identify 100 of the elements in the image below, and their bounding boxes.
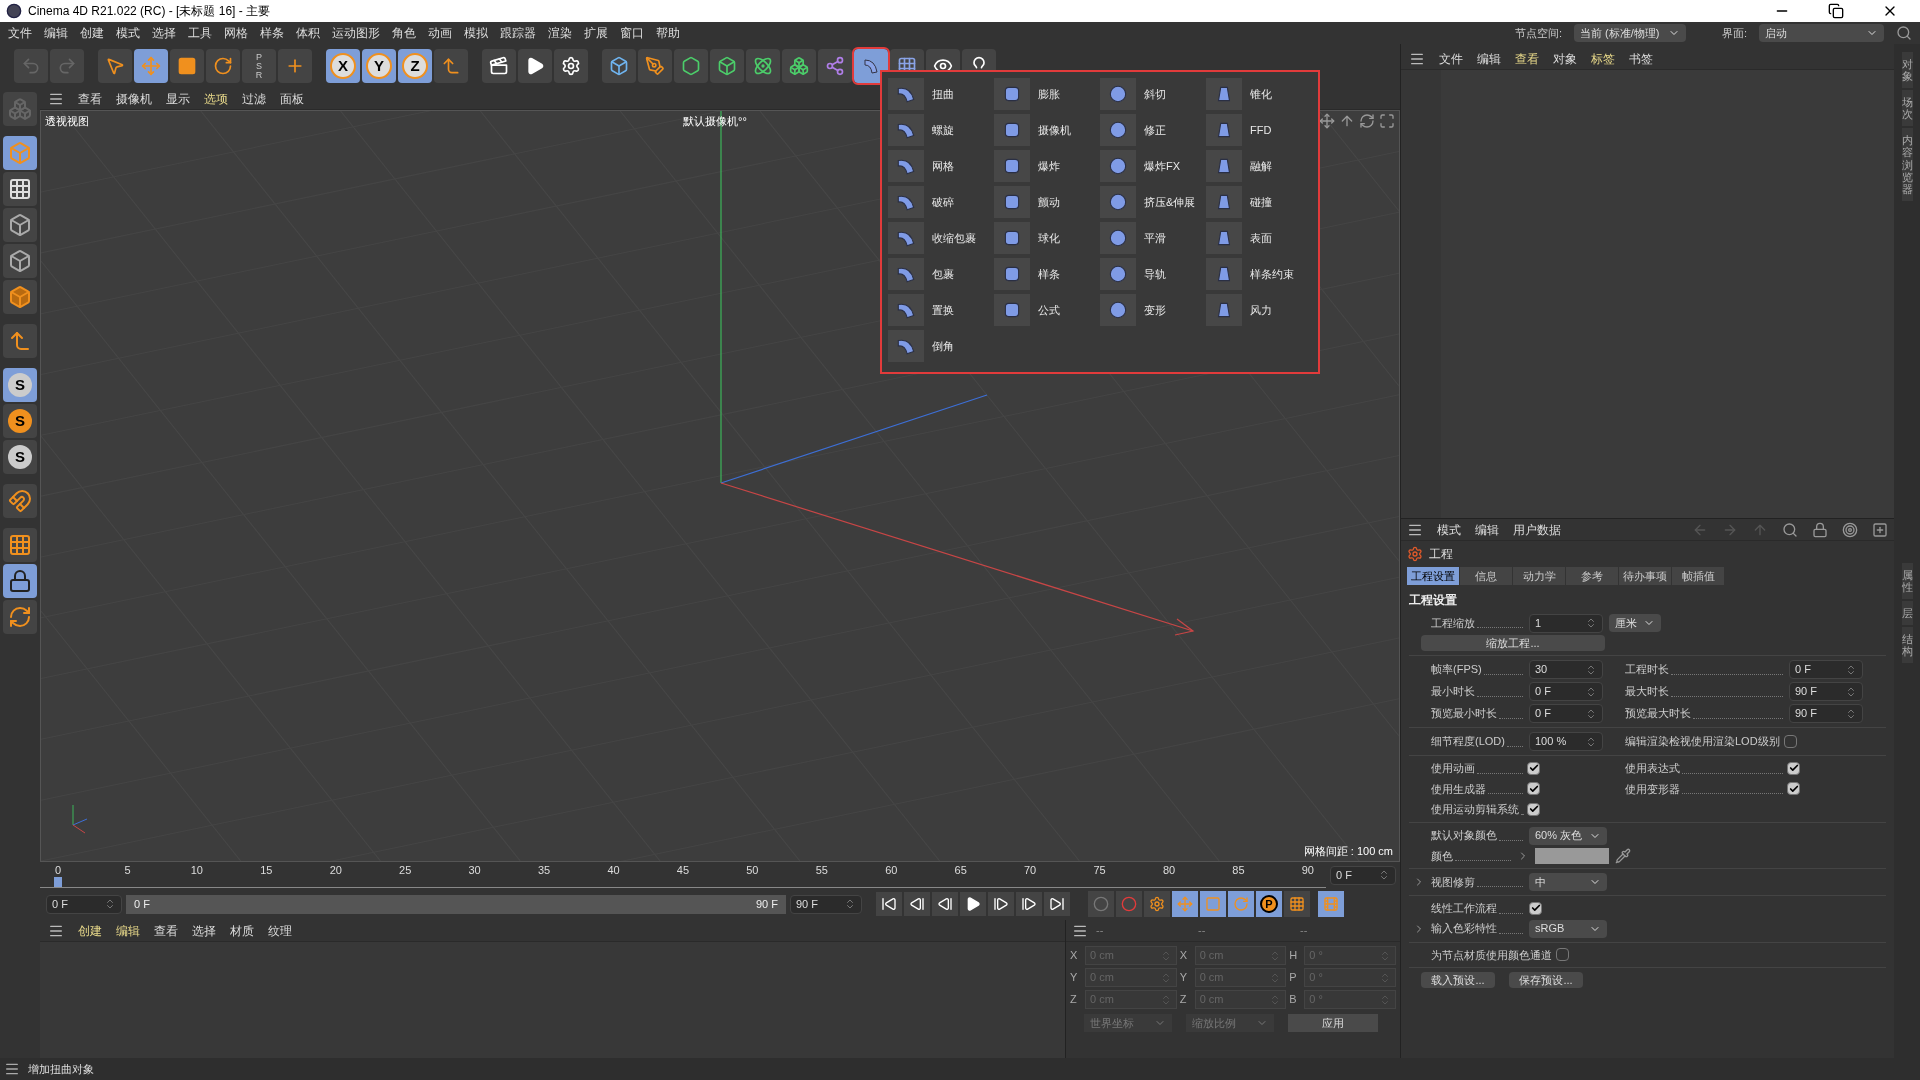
menu-item[interactable]: 编辑 bbox=[116, 921, 140, 940]
toolbar-button[interactable] bbox=[674, 49, 708, 83]
menu-item[interactable]: 模拟 bbox=[464, 24, 488, 42]
menu-item[interactable]: 选择 bbox=[192, 921, 216, 940]
menu-item[interactable]: 网格 bbox=[224, 24, 248, 42]
deformer-menu-item[interactable]: 样条 bbox=[994, 258, 1100, 290]
menu-item[interactable]: 跟踪器 bbox=[500, 24, 536, 42]
color-swatch[interactable] bbox=[1535, 847, 1609, 864]
checkbox[interactable] bbox=[1556, 948, 1569, 962]
toolbar-button[interactable] bbox=[518, 49, 552, 83]
spinner-icon[interactable] bbox=[1845, 663, 1857, 676]
menu-item[interactable]: 标签 bbox=[1591, 49, 1615, 68]
target-icon[interactable] bbox=[1842, 521, 1858, 538]
scale-field[interactable]: 1 bbox=[1529, 613, 1603, 633]
menu-item[interactable]: 用户数据 bbox=[1513, 520, 1561, 539]
menu-item[interactable]: 过滤 bbox=[242, 89, 266, 108]
menu-item[interactable]: 对象 bbox=[1553, 49, 1577, 68]
dropdown[interactable]: 当前 (标准/物理) bbox=[1573, 24, 1686, 42]
deformer-menu-item[interactable]: 挤压&伸展 bbox=[1100, 186, 1206, 218]
deformer-menu-item[interactable]: 融解 bbox=[1206, 150, 1312, 182]
dropdown[interactable]: sRGB bbox=[1529, 919, 1607, 938]
spinner-icon[interactable] bbox=[1585, 663, 1597, 676]
deformer-menu-item[interactable]: 球化 bbox=[994, 222, 1100, 254]
lock-icon[interactable] bbox=[1812, 521, 1828, 538]
first-frame-icon[interactable] bbox=[881, 896, 897, 912]
menu-item[interactable]: 样条 bbox=[260, 24, 284, 42]
menu-item[interactable]: 运动图形 bbox=[332, 24, 380, 42]
menu-item[interactable]: 查看 bbox=[1515, 49, 1539, 68]
mode-button[interactable] bbox=[3, 484, 37, 518]
toolbar-button[interactable] bbox=[482, 49, 516, 83]
time-field[interactable]: 90 F bbox=[1789, 682, 1863, 701]
mode-button[interactable]: S bbox=[3, 440, 37, 474]
timeline-ruler[interactable]: 0 5 10 15 20 25 30 35 40 45 50 55 60 65 70 75 80 85 90 bbox=[40, 862, 1326, 888]
deformer-menu-item[interactable]: 斜切 bbox=[1100, 78, 1206, 110]
deformer-menu-item[interactable]: 摄像机 bbox=[994, 114, 1100, 146]
checkbox[interactable] bbox=[1787, 761, 1800, 775]
deformer-menu-item[interactable]: 置换 bbox=[888, 294, 994, 326]
menu-item[interactable]: 选项 bbox=[204, 89, 228, 108]
checkbox[interactable] bbox=[1529, 901, 1542, 915]
pan-icon[interactable] bbox=[1319, 113, 1335, 129]
side-tab[interactable]: 结构 bbox=[1901, 627, 1913, 664]
menu-item[interactable]: 纹理 bbox=[268, 921, 292, 940]
mode-button[interactable] bbox=[3, 600, 37, 634]
toolbar-button[interactable] bbox=[854, 49, 888, 83]
deformer-menu-item[interactable]: 破碎 bbox=[888, 186, 994, 218]
toolbar-button[interactable]: Y bbox=[362, 49, 396, 83]
deformer-menu-item[interactable]: 公式 bbox=[994, 294, 1100, 326]
tab[interactable]: 动力学 bbox=[1513, 567, 1565, 585]
time-field[interactable]: 90 F bbox=[1789, 704, 1863, 723]
play-icon[interactable] bbox=[965, 896, 981, 912]
checkbox[interactable] bbox=[1527, 782, 1540, 796]
tab[interactable]: 工程设置 bbox=[1407, 567, 1459, 585]
key-tool-button[interactable] bbox=[1284, 891, 1310, 917]
mode-button[interactable] bbox=[3, 280, 37, 314]
menu-item[interactable]: 书签 bbox=[1629, 49, 1653, 68]
menu-item[interactable]: 创建 bbox=[78, 921, 102, 940]
spinner-icon[interactable] bbox=[1585, 707, 1597, 720]
menu-item[interactable]: 模式 bbox=[116, 24, 140, 42]
deformer-menu-item[interactable]: 收缩包裹 bbox=[888, 222, 994, 254]
new-panel-icon[interactable] bbox=[1872, 521, 1888, 538]
dropdown[interactable]: 启动 bbox=[1759, 24, 1884, 42]
tab[interactable]: 帧插值 bbox=[1672, 567, 1724, 585]
search-icon[interactable] bbox=[1896, 25, 1912, 41]
spinner-icon[interactable] bbox=[1845, 707, 1857, 720]
checkbox[interactable] bbox=[1527, 761, 1540, 775]
range-slider[interactable]: 0 F 90 F bbox=[126, 894, 786, 914]
dropdown[interactable]: 60% 灰色 bbox=[1529, 826, 1607, 845]
spinner-icon[interactable] bbox=[104, 898, 116, 910]
menu-item[interactable]: 扩展 bbox=[584, 24, 608, 42]
deformer-menu-item[interactable]: 颤动 bbox=[994, 186, 1100, 218]
mode-button[interactable] bbox=[3, 172, 37, 206]
menu-item[interactable]: 编辑 bbox=[1477, 49, 1501, 68]
mode-button[interactable]: S bbox=[3, 368, 37, 402]
eyedropper-icon[interactable] bbox=[1615, 847, 1631, 864]
deformer-menu-item[interactable]: 修正 bbox=[1100, 114, 1206, 146]
side-tab[interactable]: 属性 bbox=[1901, 562, 1913, 600]
menu-item[interactable]: 体积 bbox=[296, 24, 320, 42]
menu-item[interactable]: 窗口 bbox=[620, 24, 644, 42]
toolbar-button[interactable] bbox=[782, 49, 816, 83]
deformer-menu-item[interactable]: 膨胀 bbox=[994, 78, 1100, 110]
deformer-menu-item[interactable]: 网格 bbox=[888, 150, 994, 182]
deformer-menu-item[interactable]: 螺旋 bbox=[888, 114, 994, 146]
key-tool-button[interactable] bbox=[1088, 891, 1114, 917]
dropdown[interactable]: 中 bbox=[1529, 873, 1607, 891]
mode-button[interactable] bbox=[3, 324, 37, 358]
deformer-menu-item[interactable]: 爆炸 bbox=[994, 150, 1100, 182]
deformer-menu-item[interactable]: 包裹 bbox=[888, 258, 994, 290]
lod-field[interactable]: 100 % bbox=[1529, 732, 1603, 751]
tab[interactable]: 信息 bbox=[1460, 567, 1512, 585]
menu-item[interactable]: 帮助 bbox=[656, 24, 680, 42]
mode-button[interactable] bbox=[3, 528, 37, 562]
deformer-menu-item[interactable]: 碰撞 bbox=[1206, 186, 1312, 218]
scale-project-button[interactable]: 缩放工程... bbox=[1421, 635, 1605, 651]
mode-button[interactable] bbox=[3, 244, 37, 278]
menu-item[interactable]: 工具 bbox=[188, 24, 212, 42]
deformer-menu-item[interactable]: 风力 bbox=[1206, 294, 1312, 326]
menu-item[interactable]: 渲染 bbox=[548, 24, 572, 42]
next-frame-icon[interactable] bbox=[993, 896, 1009, 912]
spinner-icon[interactable] bbox=[1585, 617, 1597, 629]
menu-item[interactable]: 创建 bbox=[80, 24, 104, 42]
